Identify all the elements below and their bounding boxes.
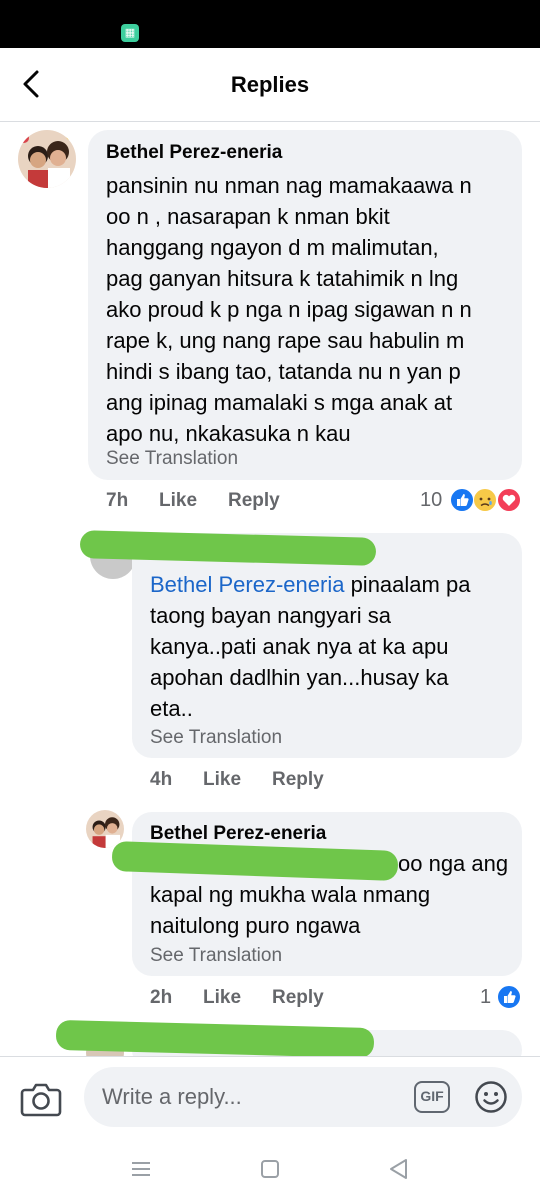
- comment-line: eta..: [150, 696, 193, 721]
- comment-line: rape k, ung nang rape sau habulin m: [106, 328, 465, 353]
- reply-input[interactable]: [102, 1067, 402, 1127]
- reply-composer: GIF: [0, 1056, 540, 1138]
- recent-apps-button[interactable]: [126, 1154, 156, 1184]
- comment-line: apo nu, nkakasuka n kau: [106, 421, 351, 446]
- emoji-button[interactable]: [474, 1080, 508, 1114]
- comment-line: pansinin nu nman nag mamakaawa n: [106, 173, 472, 198]
- recent-apps-icon: [132, 1162, 150, 1176]
- comment-line: oo n , nasarapan k nman bkit: [106, 204, 390, 229]
- system-back-button[interactable]: [384, 1154, 414, 1184]
- like-reaction-icon: [497, 985, 521, 1009]
- comment-time: 4h: [150, 769, 173, 790]
- comment-line: Bethel Perez-eneria pinaalam pa: [150, 569, 516, 600]
- see-translation-link[interactable]: See Translation: [106, 448, 238, 470]
- comment-author[interactable]: Bethel Perez-eneria: [106, 142, 282, 164]
- calculator-app-icon: ▦: [121, 24, 139, 42]
- mention-link[interactable]: Bethel Perez-eneria: [150, 572, 344, 597]
- comment-text: pansinin nu nman nag mamakaawa n oo n , …: [106, 170, 516, 449]
- system-navbar: [0, 1138, 540, 1200]
- home-button[interactable]: [255, 1154, 285, 1184]
- comment-line: kapal ng mukha wala nmang: [150, 882, 431, 907]
- see-translation-link[interactable]: See Translation: [150, 727, 282, 749]
- reply-button[interactable]: Reply: [272, 769, 324, 791]
- reply-button[interactable]: Reply: [228, 490, 280, 512]
- camera-button[interactable]: [20, 1079, 62, 1119]
- reaction-count[interactable]: 1: [480, 986, 491, 1009]
- reply-input-container[interactable]: GIF: [84, 1067, 522, 1127]
- replies-header: Replies: [0, 48, 540, 122]
- comment-line: pag ganyan hitsura k tatahimik n lng: [106, 266, 459, 291]
- reply-button[interactable]: Reply: [272, 987, 324, 1009]
- comment-line: kanya..pati anak nya at ka apu: [150, 634, 449, 659]
- comment-line: taong bayan nangyari sa: [150, 603, 391, 628]
- comment-line: apohan dadlhin yan...husay ka: [150, 665, 449, 690]
- emoji-icon: [475, 1081, 507, 1113]
- gif-button[interactable]: GIF: [414, 1081, 450, 1113]
- comment-line: ako proud k p nga n ipag sigawan n n: [106, 297, 472, 322]
- sad-reaction-icon: [473, 488, 497, 512]
- back-triangle-icon: [390, 1159, 407, 1179]
- camera-icon: [20, 1083, 62, 1117]
- love-reaction-icon: [497, 488, 521, 512]
- home-icon: [261, 1160, 279, 1178]
- status-bar: ▦: [0, 0, 540, 48]
- like-button[interactable]: Like: [203, 987, 241, 1009]
- like-button[interactable]: Like: [203, 769, 241, 791]
- comment-line: hindi s ibang tao, tatanda nu n yan p: [106, 359, 461, 384]
- comment-line: hanggang ngayon d m malimutan,: [106, 235, 439, 260]
- like-reaction-icon: [450, 488, 474, 512]
- page-title: Replies: [230, 72, 310, 97]
- like-button[interactable]: Like: [159, 490, 197, 512]
- comment-author[interactable]: Bethel Perez-eneria: [150, 823, 326, 845]
- comment-time: 2h: [150, 987, 173, 1008]
- reaction-count[interactable]: 10: [420, 489, 442, 512]
- comment-time: 7h: [106, 490, 129, 511]
- comment-line: ang ipinag mamalaki s mga anak at: [106, 390, 453, 415]
- comment-text: Bethel Perez-eneria pinaalam pa taong ba…: [150, 569, 516, 724]
- comment-line: naitulong puro ngawa: [150, 913, 361, 938]
- comment-line-text: pinaalam pa: [344, 572, 471, 597]
- avatar[interactable]: [18, 130, 76, 188]
- see-translation-link[interactable]: See Translation: [150, 945, 282, 967]
